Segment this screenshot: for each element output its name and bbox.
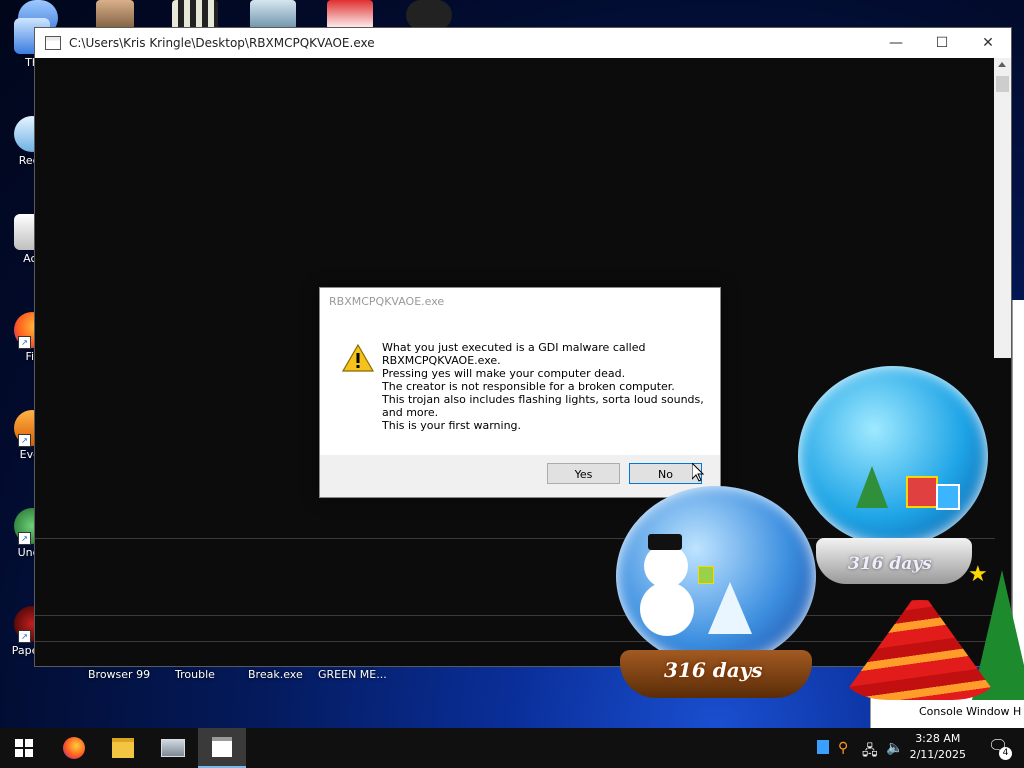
snow-globe-widget-left[interactable]: 316 days: [612, 486, 822, 702]
gift-icon: [906, 476, 938, 508]
snow-globe-glass: [798, 366, 988, 546]
start-icon[interactable]: [8, 732, 40, 764]
volume-icon[interactable]: 🔈: [886, 740, 903, 756]
warning-icon: [342, 344, 374, 372]
file-explorer-icon[interactable]: [107, 732, 139, 764]
shortcut-arrow-icon: ↗: [18, 336, 31, 349]
console-titlebar[interactable]: C:\Users\Kris Kringle\Desktop\RBXMCPQKVA…: [35, 28, 1011, 58]
dialog-message-line: The creator is not responsible for a bro…: [382, 380, 675, 393]
dialog-message-line: RBXMCPQKVAOE.exe.: [382, 354, 501, 367]
desktop-label-green[interactable]: GREEN ME...: [318, 668, 387, 681]
days-counter-label: 316 days: [664, 658, 763, 682]
desktop-label-break[interactable]: Break.exe: [248, 668, 303, 681]
desktop-icon-top-6[interactable]: [406, 0, 452, 30]
tree-icon: [856, 466, 888, 508]
scroll-up-icon[interactable]: [998, 62, 1006, 67]
network-icon[interactable]: 🖧: [862, 740, 878, 764]
dialog-message-line: What you just executed is a GDI malware …: [382, 341, 646, 354]
dialog-message: What you just executed is a GDI malware …: [382, 341, 704, 432]
scroll-thumb[interactable]: [996, 76, 1009, 92]
snowman-body: [640, 582, 694, 636]
snow-globe-widget-right[interactable]: 316 days: [796, 366, 992, 590]
console-scrollbar[interactable]: [994, 58, 1011, 358]
warning-dialog[interactable]: RBXMCPQKVAOE.exe What you just executed …: [319, 287, 721, 498]
tree-icon: [708, 582, 752, 634]
desktop-icon-top-5[interactable]: [327, 0, 373, 30]
dialog-message-line: and more.: [382, 406, 439, 419]
dialog-message-line: Pressing yes will make your computer dea…: [382, 367, 626, 380]
maximize-button[interactable]: ☐: [919, 35, 965, 51]
control-panel-icon[interactable]: [157, 732, 189, 764]
clock-time: 3:28 AM: [915, 732, 961, 745]
clock[interactable]: 3:28 AM 2/11/2025: [910, 731, 966, 763]
star-icon: ★: [968, 562, 988, 587]
minimize-button[interactable]: —: [873, 35, 919, 51]
shortcut-arrow-icon: ↗: [18, 434, 31, 447]
christmas-tree-widget[interactable]: ★: [832, 562, 1024, 710]
desktop-icon-top-2[interactable]: [96, 0, 134, 30]
shortcut-arrow-icon: ↗: [18, 630, 31, 643]
desktop-label-trouble[interactable]: Trouble: [175, 668, 215, 681]
close-button[interactable]: ✕: [965, 35, 1011, 51]
desktop-icon-top-3[interactable]: [172, 0, 218, 30]
taskbar: ⚲ 🖧 🔈 3:28 AM 2/11/2025 🗨 4: [0, 728, 1024, 768]
gift-icon: [936, 484, 960, 510]
firefox-icon[interactable]: [58, 732, 90, 764]
search-tray-icon[interactable]: ⚲: [838, 740, 848, 756]
console-app-icon: [45, 36, 61, 50]
dialog-title: RBXMCPQKVAOE.exe: [329, 295, 445, 308]
clock-date: 2/11/2025: [909, 748, 966, 761]
console-icon[interactable]: [198, 728, 246, 768]
tray-app-icon[interactable]: [817, 740, 829, 754]
yes-button[interactable]: Yes: [547, 463, 620, 484]
dialog-message-line: This is your first warning.: [382, 419, 522, 432]
shortcut-arrow-icon: ↗: [18, 532, 31, 545]
desktop-icon-top-4[interactable]: [250, 0, 296, 30]
dialog-message-line: This trojan also includes flashing light…: [382, 393, 704, 406]
hat-icon: [648, 534, 682, 550]
desktop-label-browser[interactable]: Browser 99: [88, 668, 150, 681]
notification-center-icon[interactable]: 🗨 4: [988, 736, 1012, 760]
notification-count-badge: 4: [999, 747, 1012, 760]
console-title: C:\Users\Kris Kringle\Desktop\RBXMCPQKVA…: [69, 36, 375, 50]
mouse-cursor-icon: [692, 463, 704, 482]
